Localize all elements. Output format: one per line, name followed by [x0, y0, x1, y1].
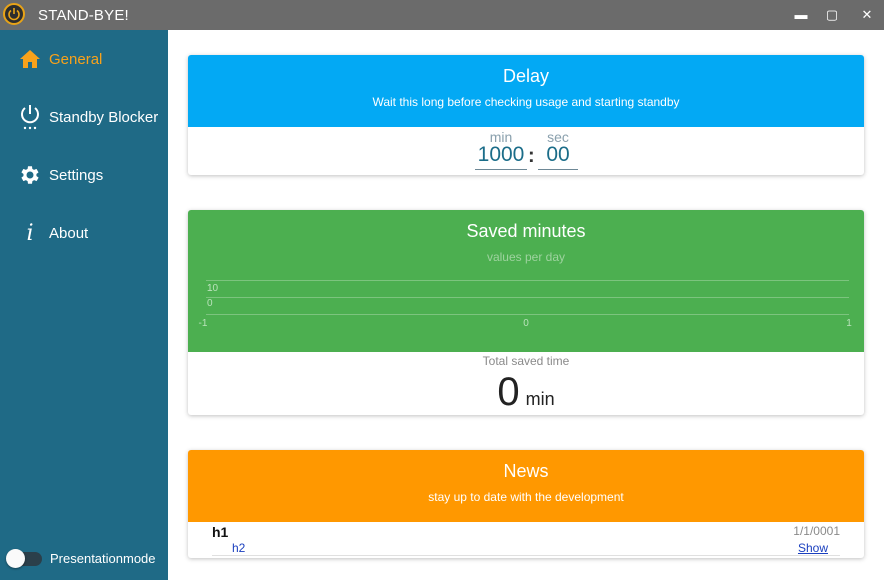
saved-chart: 0 1 10 -1 0 1: [188, 280, 864, 350]
sidebar-item-about[interactable]: i About: [0, 213, 168, 253]
close-button[interactable]: ✕: [858, 6, 876, 24]
minutes-input[interactable]: 1000: [475, 143, 527, 170]
gear-icon: [18, 163, 42, 187]
chart-svg: 0110-1 0 1: [199, 280, 852, 329]
news-header: News stay up to date with the developmen…: [188, 450, 864, 522]
delay-header: Delay Wait this long before checking usa…: [188, 55, 864, 127]
total-saved-label: Total saved time: [482, 354, 570, 368]
sidebar-item-label: General: [49, 50, 103, 68]
saved-minutes-card: Saved minutes values per day 0 1 10 -1 0 1 To…: [188, 210, 864, 415]
main-content: Delay Wait this long before checking usa…: [168, 30, 884, 580]
delay-card: Delay Wait this long before checking usa…: [188, 55, 864, 175]
news-card: News stay up to date with the developmen…: [188, 450, 864, 558]
total-saved-number: 0: [497, 370, 520, 414]
news-title: News: [503, 461, 549, 481]
toggle-knob: [6, 548, 25, 568]
chart-x-tick-label: 1: [846, 318, 852, 329]
minutes-field[interactable]: min 1000: [475, 129, 527, 170]
chart-y-tick-label: 10: [207, 283, 219, 294]
app-title: STAND-BYE!: [38, 7, 129, 24]
total-saved-value: 0 min: [188, 370, 864, 415]
title-bar: STAND-BYE! ▬ ▢ ✕: [0, 0, 884, 30]
presentation-mode-toggle[interactable]: [6, 548, 42, 568]
seconds-field[interactable]: sec 00: [538, 129, 578, 170]
sidebar-item-label: Standby Blocker: [49, 108, 159, 126]
saved-title: Saved minutes: [466, 221, 586, 241]
news-subtitle: stay up to date with the development: [428, 490, 624, 504]
sidebar-item-settings[interactable]: Settings: [0, 155, 168, 195]
chart-y-tick-label: 0: [207, 298, 213, 309]
maximize-button[interactable]: ▢: [823, 6, 841, 24]
sidebar-item-standby-blocker[interactable]: Standby Blocker: [0, 97, 168, 137]
power-icon: [18, 105, 42, 130]
sidebar: General Standby Blocker Settings i About…: [0, 30, 168, 580]
delay-title: Delay: [502, 66, 550, 86]
total-saved-unit: min: [525, 389, 555, 409]
saved-header: Saved minutes values per day 0 1 10 -1 0 1: [188, 210, 864, 352]
presentation-mode: Presentationmode: [6, 548, 156, 568]
sidebar-item-label: About: [49, 224, 89, 242]
news-item: h1 h2 1/1/0001 Show: [188, 522, 864, 556]
minimize-button[interactable]: ▬: [792, 6, 810, 24]
chart-x-tick-label: 0: [523, 318, 529, 329]
delay-subtitle: Wait this long before checking usage and…: [372, 95, 680, 109]
seconds-input[interactable]: 00: [538, 143, 578, 170]
chart-x-tick-label: -1: [199, 318, 208, 329]
news-item-date: 1/1/0001: [793, 524, 840, 538]
news-item-heading: h1: [212, 524, 229, 540]
app-logo-icon: [3, 3, 25, 25]
home-icon: [18, 47, 42, 71]
news-item-subheading: h2: [232, 541, 246, 555]
saved-subtitle: values per day: [486, 250, 566, 264]
sidebar-item-label: Settings: [49, 166, 104, 184]
info-icon: i: [26, 220, 34, 246]
news-show-link[interactable]: Show: [798, 541, 828, 555]
delay-body: min 1000 : sec 00: [188, 127, 864, 175]
sidebar-item-general[interactable]: General: [0, 39, 168, 79]
presentation-mode-label: Presentationmode: [50, 551, 156, 566]
news-divider: [212, 555, 840, 556]
time-separator: :: [528, 145, 535, 167]
